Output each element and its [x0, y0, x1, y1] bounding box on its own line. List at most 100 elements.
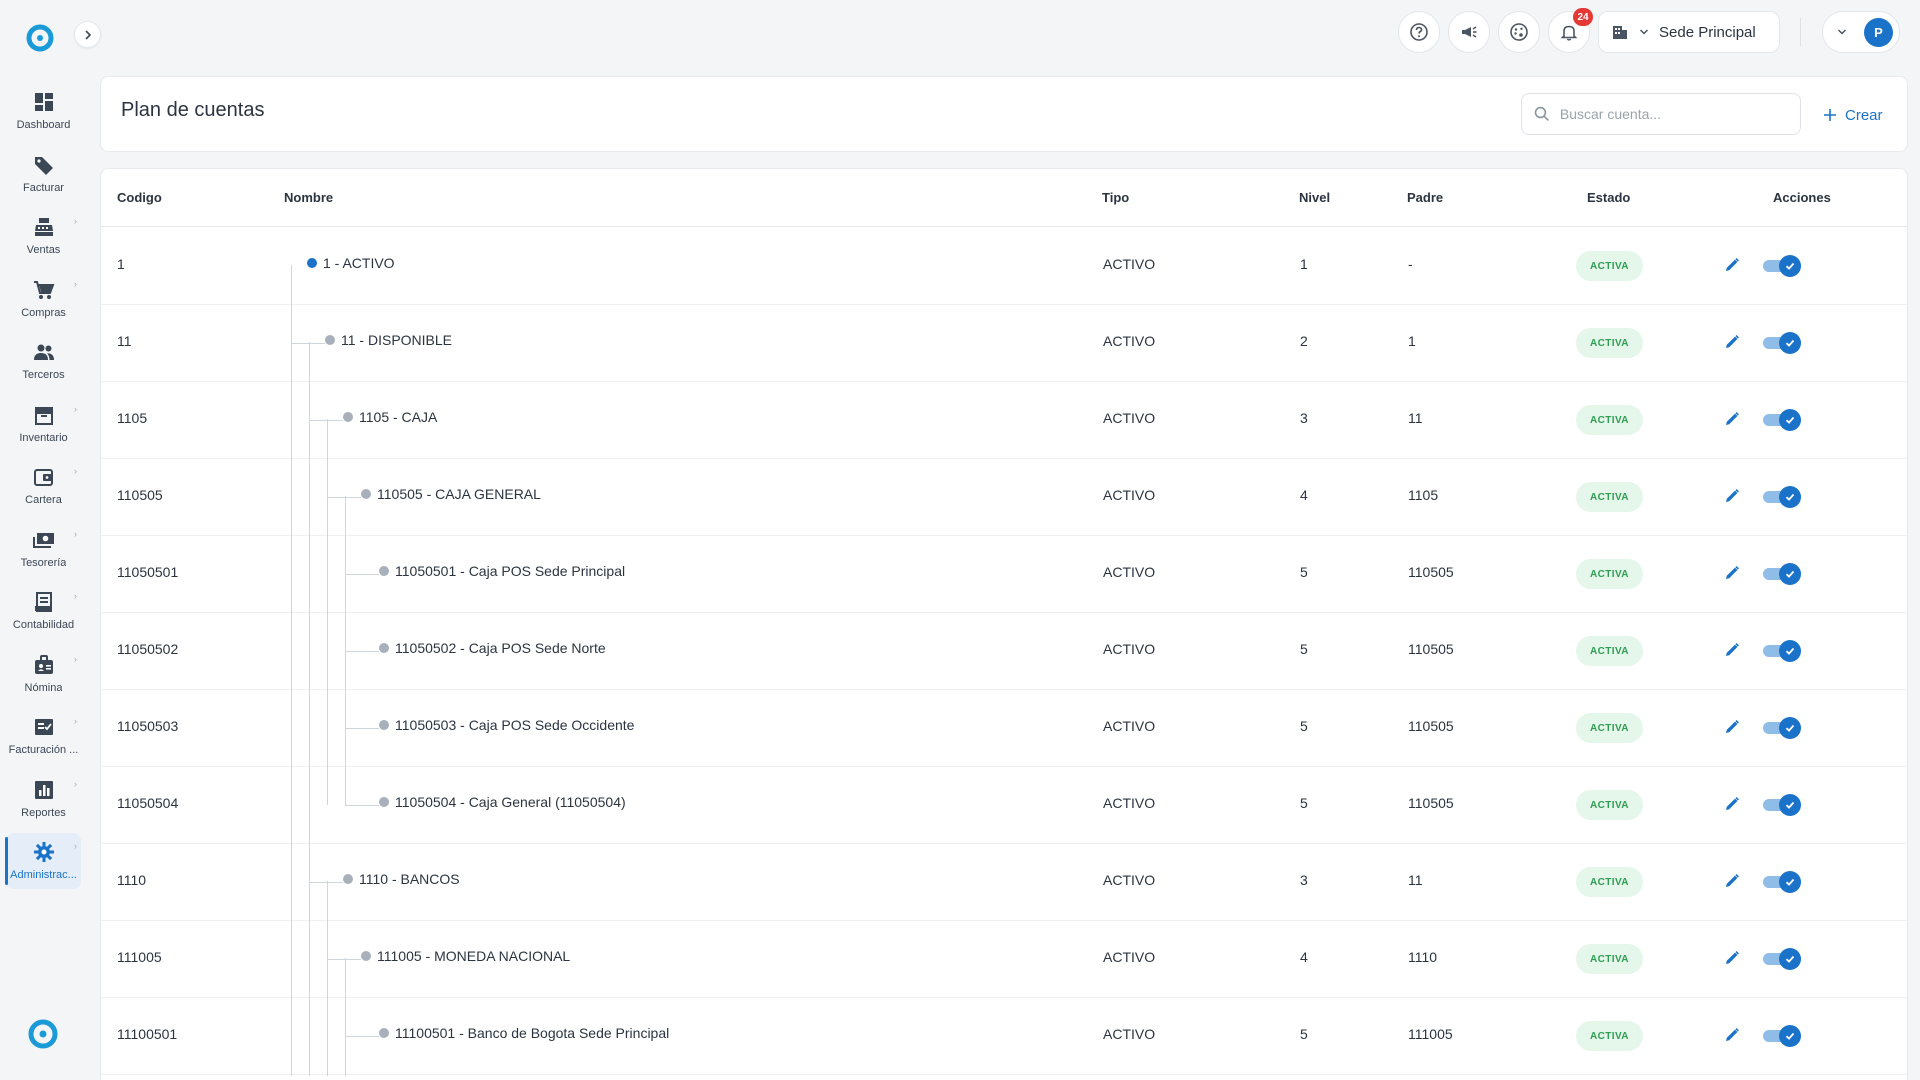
tree-connector	[309, 420, 343, 421]
active-toggle[interactable]	[1763, 794, 1801, 816]
chevron-right-icon: ›	[74, 216, 77, 226]
edit-icon[interactable]	[1721, 254, 1743, 276]
column-header-nombre[interactable]: Nombre	[284, 190, 333, 205]
cell-tipo: ACTIVO	[1103, 949, 1156, 965]
edit-icon[interactable]	[1721, 870, 1743, 892]
sidebar-item-label: Cartera	[25, 494, 62, 506]
tree-guide-line	[345, 496, 346, 805]
sidebar-item-3[interactable]: Ventas ›	[6, 208, 81, 264]
cell-nombre[interactable]: 110505 - CAJA GENERAL	[361, 486, 541, 502]
cell-nivel: 2	[1300, 333, 1308, 349]
cell-nivel: 5	[1300, 641, 1308, 657]
help-button[interactable]	[1398, 11, 1440, 53]
edit-icon[interactable]	[1721, 639, 1743, 661]
cell-nombre[interactable]: 111005 - MONEDA NACIONAL	[361, 948, 570, 964]
edit-icon[interactable]	[1721, 716, 1743, 738]
dashboard-icon	[31, 89, 57, 115]
tree-connector	[327, 497, 361, 498]
cell-codigo: 111005	[117, 949, 162, 965]
cell-nombre[interactable]: 1105 - CAJA	[343, 409, 437, 425]
edit-icon[interactable]	[1721, 485, 1743, 507]
table-row[interactable]: 11050503 ACTIVO 5 110505 11050503 - Caja POS…	[101, 690, 1907, 767]
column-header-padre[interactable]: Padre	[1407, 190, 1443, 205]
sidebar-item-12[interactable]: Reportes ›	[6, 771, 81, 827]
avatar[interactable]: P	[1864, 17, 1893, 47]
active-toggle[interactable]	[1763, 409, 1801, 431]
column-header-tipo[interactable]: Tipo	[1102, 190, 1129, 205]
sidebar-item-2[interactable]: Facturar	[6, 146, 81, 202]
account-name: 1105 - CAJA	[359, 409, 438, 425]
column-header-nivel[interactable]: Nivel	[1299, 190, 1330, 205]
cell-nivel: 4	[1300, 487, 1308, 503]
edit-icon[interactable]	[1721, 947, 1743, 969]
column-header-codigo[interactable]: Codigo	[117, 190, 162, 205]
edit-icon[interactable]	[1721, 562, 1743, 584]
building-icon	[1613, 26, 1627, 39]
active-toggle[interactable]	[1763, 717, 1801, 739]
edit-icon[interactable]	[1721, 1024, 1743, 1046]
cell-nombre[interactable]: 1 - ACTIVO	[307, 255, 395, 271]
app-logo-icon[interactable]	[25, 23, 55, 53]
table-row[interactable]: 11050504 ACTIVO 5 110505 11050504 - Caja Gen…	[101, 767, 1907, 844]
account-name: 11050504 - Caja General (11050504)	[395, 794, 626, 810]
sidebar-item-7[interactable]: Cartera ›	[6, 458, 81, 514]
active-toggle[interactable]	[1763, 640, 1801, 662]
table-row[interactable]: 1110 ACTIVO 3 11 1110 - BANCOS ACTIVA	[101, 844, 1907, 921]
theme-button[interactable]	[1498, 11, 1540, 53]
chevron-right-icon: ›	[74, 653, 77, 664]
announcements-button[interactable]	[1448, 11, 1490, 53]
sidebar-item-9[interactable]: Contabilidad ›	[6, 583, 81, 639]
sidebar-item-6[interactable]: Inventario ›	[6, 396, 81, 452]
edit-icon[interactable]	[1721, 793, 1743, 815]
active-toggle[interactable]	[1763, 871, 1801, 893]
active-toggle[interactable]	[1763, 332, 1801, 354]
create-button[interactable]: Crear	[1817, 99, 1889, 131]
cell-nivel: 5	[1300, 795, 1308, 811]
sidebar-item-5[interactable]: Terceros	[6, 333, 81, 389]
table-row[interactable]: 11 ACTIVO 2 1 11 - DISPONIBLE ACTIVA	[101, 305, 1907, 382]
status-badge: ACTIVA	[1576, 559, 1643, 589]
active-toggle[interactable]	[1763, 948, 1801, 970]
table-row[interactable]: 1105 ACTIVO 3 11 1105 - CAJA ACTIVA	[101, 382, 1907, 459]
table-row[interactable]: 110505 ACTIVO 4 1105 110505 - CAJA GENERAL AC…	[101, 459, 1907, 536]
cell-tipo: ACTIVO	[1103, 641, 1156, 657]
sidebar-item-4[interactable]: Compras ›	[6, 271, 81, 327]
cell-nombre[interactable]: 1110 - BANCOS	[343, 871, 460, 887]
cell-nombre[interactable]: 11050503 - Caja POS Sede Occidente	[379, 717, 634, 733]
edit-icon[interactable]	[1721, 408, 1743, 430]
column-header-estado[interactable]: Estado	[1587, 190, 1630, 205]
status-badge: ACTIVA	[1576, 405, 1643, 435]
user-menu[interactable]: P	[1822, 11, 1900, 53]
edit-icon[interactable]	[1721, 331, 1743, 353]
search-icon	[1534, 106, 1549, 122]
active-toggle[interactable]	[1763, 486, 1801, 508]
cell-nombre[interactable]: 11 - DISPONIBLE	[325, 332, 452, 348]
search-field[interactable]	[1521, 93, 1801, 135]
active-toggle[interactable]	[1763, 255, 1801, 277]
active-toggle[interactable]	[1763, 1025, 1801, 1047]
sidebar-expand-button[interactable]	[74, 21, 101, 48]
sidebar-item-13[interactable]: Administrac... ›	[5, 833, 81, 889]
table-row[interactable]: 11050501 ACTIVO 5 110505 11050501 - Caja POS…	[101, 536, 1907, 613]
table-row[interactable]: 11050502 ACTIVO 5 110505 11050502 - Caja POS…	[101, 613, 1907, 690]
sidebar-item-label: Compras	[21, 306, 66, 319]
cell-tipo: ACTIVO	[1103, 1026, 1156, 1042]
sidebar-item-11[interactable]: Facturación ... ›	[6, 708, 81, 764]
notification-count-badge: 24	[1573, 8, 1593, 26]
sidebar-item-10[interactable]: Nómina ›	[6, 646, 81, 702]
cell-nombre[interactable]: 11050504 - Caja General (11050504)	[379, 794, 626, 810]
table-row[interactable]: 1 ACTIVO 1 - 1 - ACTIVO ACTIVA	[101, 228, 1907, 305]
notifications-button[interactable]: 24	[1548, 8, 1593, 53]
sidebar-item-1[interactable]: Dashboard	[6, 83, 81, 139]
search-input[interactable]	[1559, 106, 1788, 122]
sede-selector[interactable]: Sede Principal	[1598, 11, 1780, 53]
cell-nombre[interactable]: 11050501 - Caja POS Sede Principal	[379, 563, 625, 579]
sidebar-item-8[interactable]: Tesorería ›	[6, 521, 81, 577]
active-toggle[interactable]	[1763, 563, 1801, 585]
cell-nombre[interactable]: 11100501 - Banco de Bogota Sede Principa…	[379, 1025, 669, 1041]
table-row[interactable]: 111005 ACTIVO 4 1110 111005 - MONEDA NACIONA…	[101, 921, 1907, 998]
cell-nombre[interactable]: 11050502 - Caja POS Sede Norte	[379, 640, 606, 656]
chevron-right-icon: ›	[74, 778, 77, 789]
table-row[interactable]: 11100501 ACTIVO 5 111005 11100501 - Banco de…	[101, 998, 1907, 1075]
sidebar-item-label: Facturar	[23, 181, 64, 194]
